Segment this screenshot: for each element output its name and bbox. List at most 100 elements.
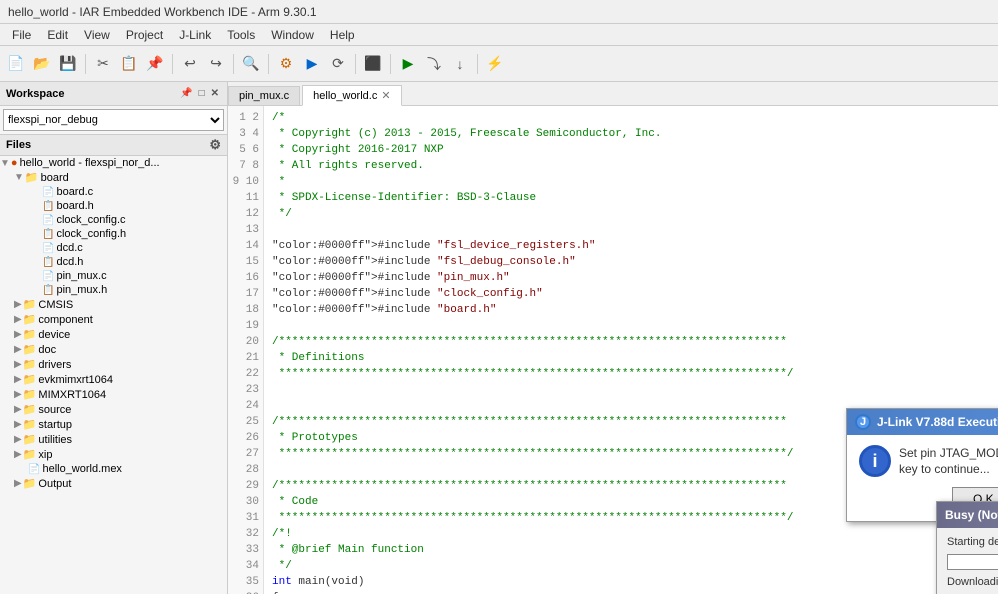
- file_c-icon: 📄: [42, 271, 54, 282]
- tree-item-MIMXRT1064[interactable]: ▶📁MIMXRT1064: [0, 387, 227, 402]
- folder-icon: 📁: [23, 477, 37, 490]
- open-button[interactable]: 📂: [30, 52, 54, 76]
- tree-item-pin_mux.h[interactable]: 📋pin_mux.h: [0, 283, 227, 297]
- tree-item-hello_world[interactable]: ▼●hello_world - flexspi_nor_d...: [0, 156, 227, 170]
- workspace-pin-button[interactable]: 📌: [178, 88, 194, 99]
- workspace-float-button[interactable]: □: [197, 88, 207, 99]
- redo-button[interactable]: ↪: [204, 52, 228, 76]
- tree-item-hello_world.mex[interactable]: 📄hello_world.mex: [0, 462, 227, 476]
- tree-label: hello_world.mex: [42, 463, 121, 475]
- tree-item-component[interactable]: ▶📁component: [0, 312, 227, 327]
- file-tree: ▼●hello_world - flexspi_nor_d...▼📁board📄…: [0, 156, 227, 594]
- tree-label: drivers: [38, 359, 71, 371]
- progress-dialog[interactable]: Busy (Not Responding) Starting debugger …: [936, 501, 998, 594]
- expand-icon[interactable]: ▶: [14, 314, 22, 325]
- tree-item-board.c[interactable]: 📄board.c: [0, 185, 227, 199]
- tree-item-board[interactable]: ▼📁board: [0, 170, 227, 185]
- menu-item-help[interactable]: Help: [322, 26, 363, 44]
- tree-item-Output[interactable]: ▶📁Output: [0, 476, 227, 491]
- expand-icon[interactable]: ▶: [14, 299, 22, 310]
- undo-button[interactable]: ↩: [178, 52, 202, 76]
- tab-bar: pin_mux.c hello_world.c ✕: [228, 82, 998, 106]
- expand-icon[interactable]: ▶: [14, 449, 22, 460]
- save-button[interactable]: 💾: [56, 52, 80, 76]
- menu-item-file[interactable]: File: [4, 26, 39, 44]
- folder-icon: 📁: [23, 358, 37, 371]
- debug-button[interactable]: ▶: [396, 52, 420, 76]
- copy-button[interactable]: 📋: [117, 52, 141, 76]
- file_c-icon: 📄: [42, 215, 54, 226]
- menu-item-view[interactable]: View: [76, 26, 118, 44]
- file_c-icon: 📄: [42, 243, 54, 254]
- expand-icon[interactable]: ▶: [14, 389, 22, 400]
- expand-icon[interactable]: ▶: [14, 359, 22, 370]
- new-button[interactable]: 📄: [4, 52, 28, 76]
- workspace-panel: Workspace 📌 □ ✕ flexspi_nor_debug Files …: [0, 82, 228, 594]
- tab-close-button[interactable]: ✕: [381, 89, 390, 102]
- tree-item-startup[interactable]: ▶📁startup: [0, 417, 227, 432]
- expand-icon[interactable]: ▼: [14, 172, 24, 183]
- tree-item-clock_config.c[interactable]: 📄clock_config.c: [0, 213, 227, 227]
- line-numbers: 1 2 3 4 5 6 7 8 9 10 11 12 13 14 15 16 1…: [228, 106, 264, 594]
- tree-item-doc[interactable]: ▶📁doc: [0, 342, 227, 357]
- expand-icon[interactable]: ▶: [14, 478, 22, 489]
- tree-label: startup: [38, 419, 72, 431]
- menu-item-edit[interactable]: Edit: [39, 26, 76, 44]
- expand-icon[interactable]: ▶: [14, 329, 22, 340]
- toolbar: 📄 📂 💾 ✂ 📋 📌 ↩ ↪ 🔍 ⚙ ▶ ⟳ ⬛ ▶ ⤵ ↓ ⚡: [0, 46, 998, 82]
- search-button[interactable]: 🔍: [239, 52, 263, 76]
- tree-label: pin_mux.h: [56, 284, 107, 296]
- tree-item-pin_mux.c[interactable]: 📄pin_mux.c: [0, 269, 227, 283]
- progress-dialog-title: Busy (Not Responding): [945, 508, 998, 522]
- tab-label: hello_world.c: [313, 90, 377, 102]
- tree-item-drivers[interactable]: ▶📁drivers: [0, 357, 227, 372]
- files-label: Files: [6, 139, 31, 151]
- menu-item-tools[interactable]: Tools: [219, 26, 263, 44]
- tree-item-utilities[interactable]: ▶📁utilities: [0, 432, 227, 447]
- workspace-select[interactable]: flexspi_nor_debug: [3, 109, 224, 131]
- jlink-info-icon: i: [859, 445, 891, 477]
- expand-icon[interactable]: ▼: [0, 158, 10, 169]
- rebuild-button[interactable]: ⟳: [326, 52, 350, 76]
- tree-item-CMSIS[interactable]: ▶📁CMSIS: [0, 297, 227, 312]
- sep4: [268, 54, 269, 74]
- tree-item-evkmimxrt1064[interactable]: ▶📁evkmimxrt1064: [0, 372, 227, 387]
- tree-label: CMSIS: [38, 299, 73, 311]
- expand-icon[interactable]: ▶: [14, 374, 22, 385]
- tree-item-xip[interactable]: ▶📁xip: [0, 447, 227, 462]
- tree-item-clock_config.h[interactable]: 📋clock_config.h: [0, 227, 227, 241]
- tree-item-dcd.h[interactable]: 📋dcd.h: [0, 255, 227, 269]
- menu-item-window[interactable]: Window: [263, 26, 322, 44]
- tree-item-board.h[interactable]: 📋board.h: [0, 199, 227, 213]
- paste-button[interactable]: 📌: [143, 52, 167, 76]
- menu-item-j-link[interactable]: J-Link: [171, 26, 219, 44]
- expand-icon[interactable]: ▶: [14, 404, 22, 415]
- expand-icon[interactable]: ▶: [14, 434, 22, 445]
- sep1: [85, 54, 86, 74]
- expand-icon[interactable]: ▶: [14, 419, 22, 430]
- compile-button[interactable]: ⚙: [274, 52, 298, 76]
- tab-hello_world-c[interactable]: hello_world.c ✕: [302, 85, 401, 106]
- build-button[interactable]: ▶: [300, 52, 324, 76]
- jlink-dialog-title: J-Link V7.88d Executing PCode: [877, 415, 998, 429]
- folder-icon: 📁: [25, 171, 39, 184]
- tree-item-device[interactable]: ▶📁device: [0, 327, 227, 342]
- expand-icon[interactable]: ▶: [14, 344, 22, 355]
- stop-button[interactable]: ⬛: [361, 52, 385, 76]
- sep6: [390, 54, 391, 74]
- tree-label: dcd.h: [56, 256, 83, 268]
- tree-label: board: [41, 172, 69, 184]
- tree-label: source: [38, 404, 71, 416]
- cut-button[interactable]: ✂: [91, 52, 115, 76]
- tree-item-source[interactable]: ▶📁source: [0, 402, 227, 417]
- workspace-close-button[interactable]: ✕: [209, 88, 221, 99]
- folder-icon: 📁: [23, 298, 37, 311]
- step-over-button[interactable]: ⤵: [422, 52, 446, 76]
- tree-item-dcd.c[interactable]: 📄dcd.c: [0, 241, 227, 255]
- tab-pin_mux-c[interactable]: pin_mux.c: [228, 86, 300, 105]
- menu-item-project[interactable]: Project: [118, 26, 171, 44]
- files-settings-icon[interactable]: ⚙: [209, 137, 221, 153]
- step-into-button[interactable]: ↓: [448, 52, 472, 76]
- tree-label: dcd.c: [56, 242, 82, 254]
- flash-button[interactable]: ⚡: [483, 52, 507, 76]
